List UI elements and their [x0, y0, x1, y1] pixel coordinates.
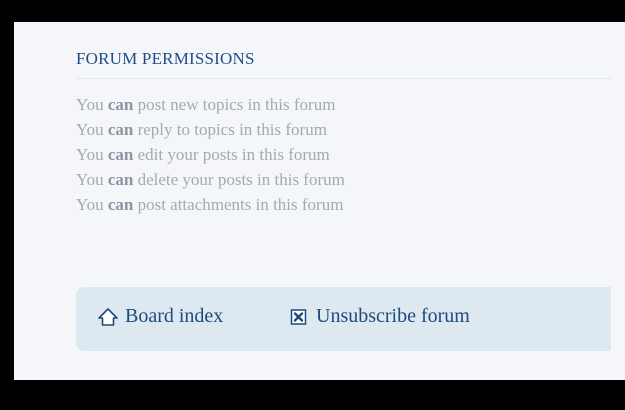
permission-text: post attachments in this forum	[137, 195, 344, 214]
home-icon	[98, 307, 118, 326]
permission-text: edit your posts in this forum	[137, 145, 330, 164]
title-divider	[76, 78, 611, 79]
permission-item: You can edit your posts in this forum	[76, 142, 345, 167]
unsubscribe-forum-label: Unsubscribe forum	[316, 305, 470, 327]
unsubscribe-forum-link[interactable]: Unsubscribe forum	[288, 305, 470, 328]
unsubscribe-icon	[290, 308, 307, 325]
permission-verb: can	[107, 120, 134, 139]
permission-prefix: You	[76, 145, 104, 164]
board-index-link[interactable]: Board index	[97, 305, 223, 328]
section-title: FORUM PERMISSIONS	[76, 49, 255, 68]
permission-item: You can delete your posts in this forum	[76, 167, 345, 192]
bottom-border	[14, 380, 625, 410]
permission-verb: can	[107, 145, 134, 164]
permission-item: You can post new topics in this forum	[76, 92, 345, 117]
permission-text: delete your posts in this forum	[137, 170, 345, 189]
footer-navbar: Board index Unsubscribe forum	[76, 287, 611, 351]
board-index-label: Board index	[125, 305, 224, 327]
permission-item: You can reply to topics in this forum	[76, 117, 345, 142]
permission-prefix: You	[76, 170, 104, 189]
permission-verb: can	[107, 195, 134, 214]
permission-prefix: You	[76, 120, 104, 139]
permission-item: You can post attachments in this forum	[76, 192, 345, 217]
permissions-list: You can post new topics in this forum Yo…	[76, 92, 345, 217]
permission-prefix: You	[76, 195, 104, 214]
permission-text: post new topics in this forum	[137, 95, 336, 114]
permission-text: reply to topics in this forum	[137, 120, 327, 139]
permission-verb: can	[107, 95, 134, 114]
permission-verb: can	[107, 170, 134, 189]
permission-prefix: You	[76, 95, 104, 114]
